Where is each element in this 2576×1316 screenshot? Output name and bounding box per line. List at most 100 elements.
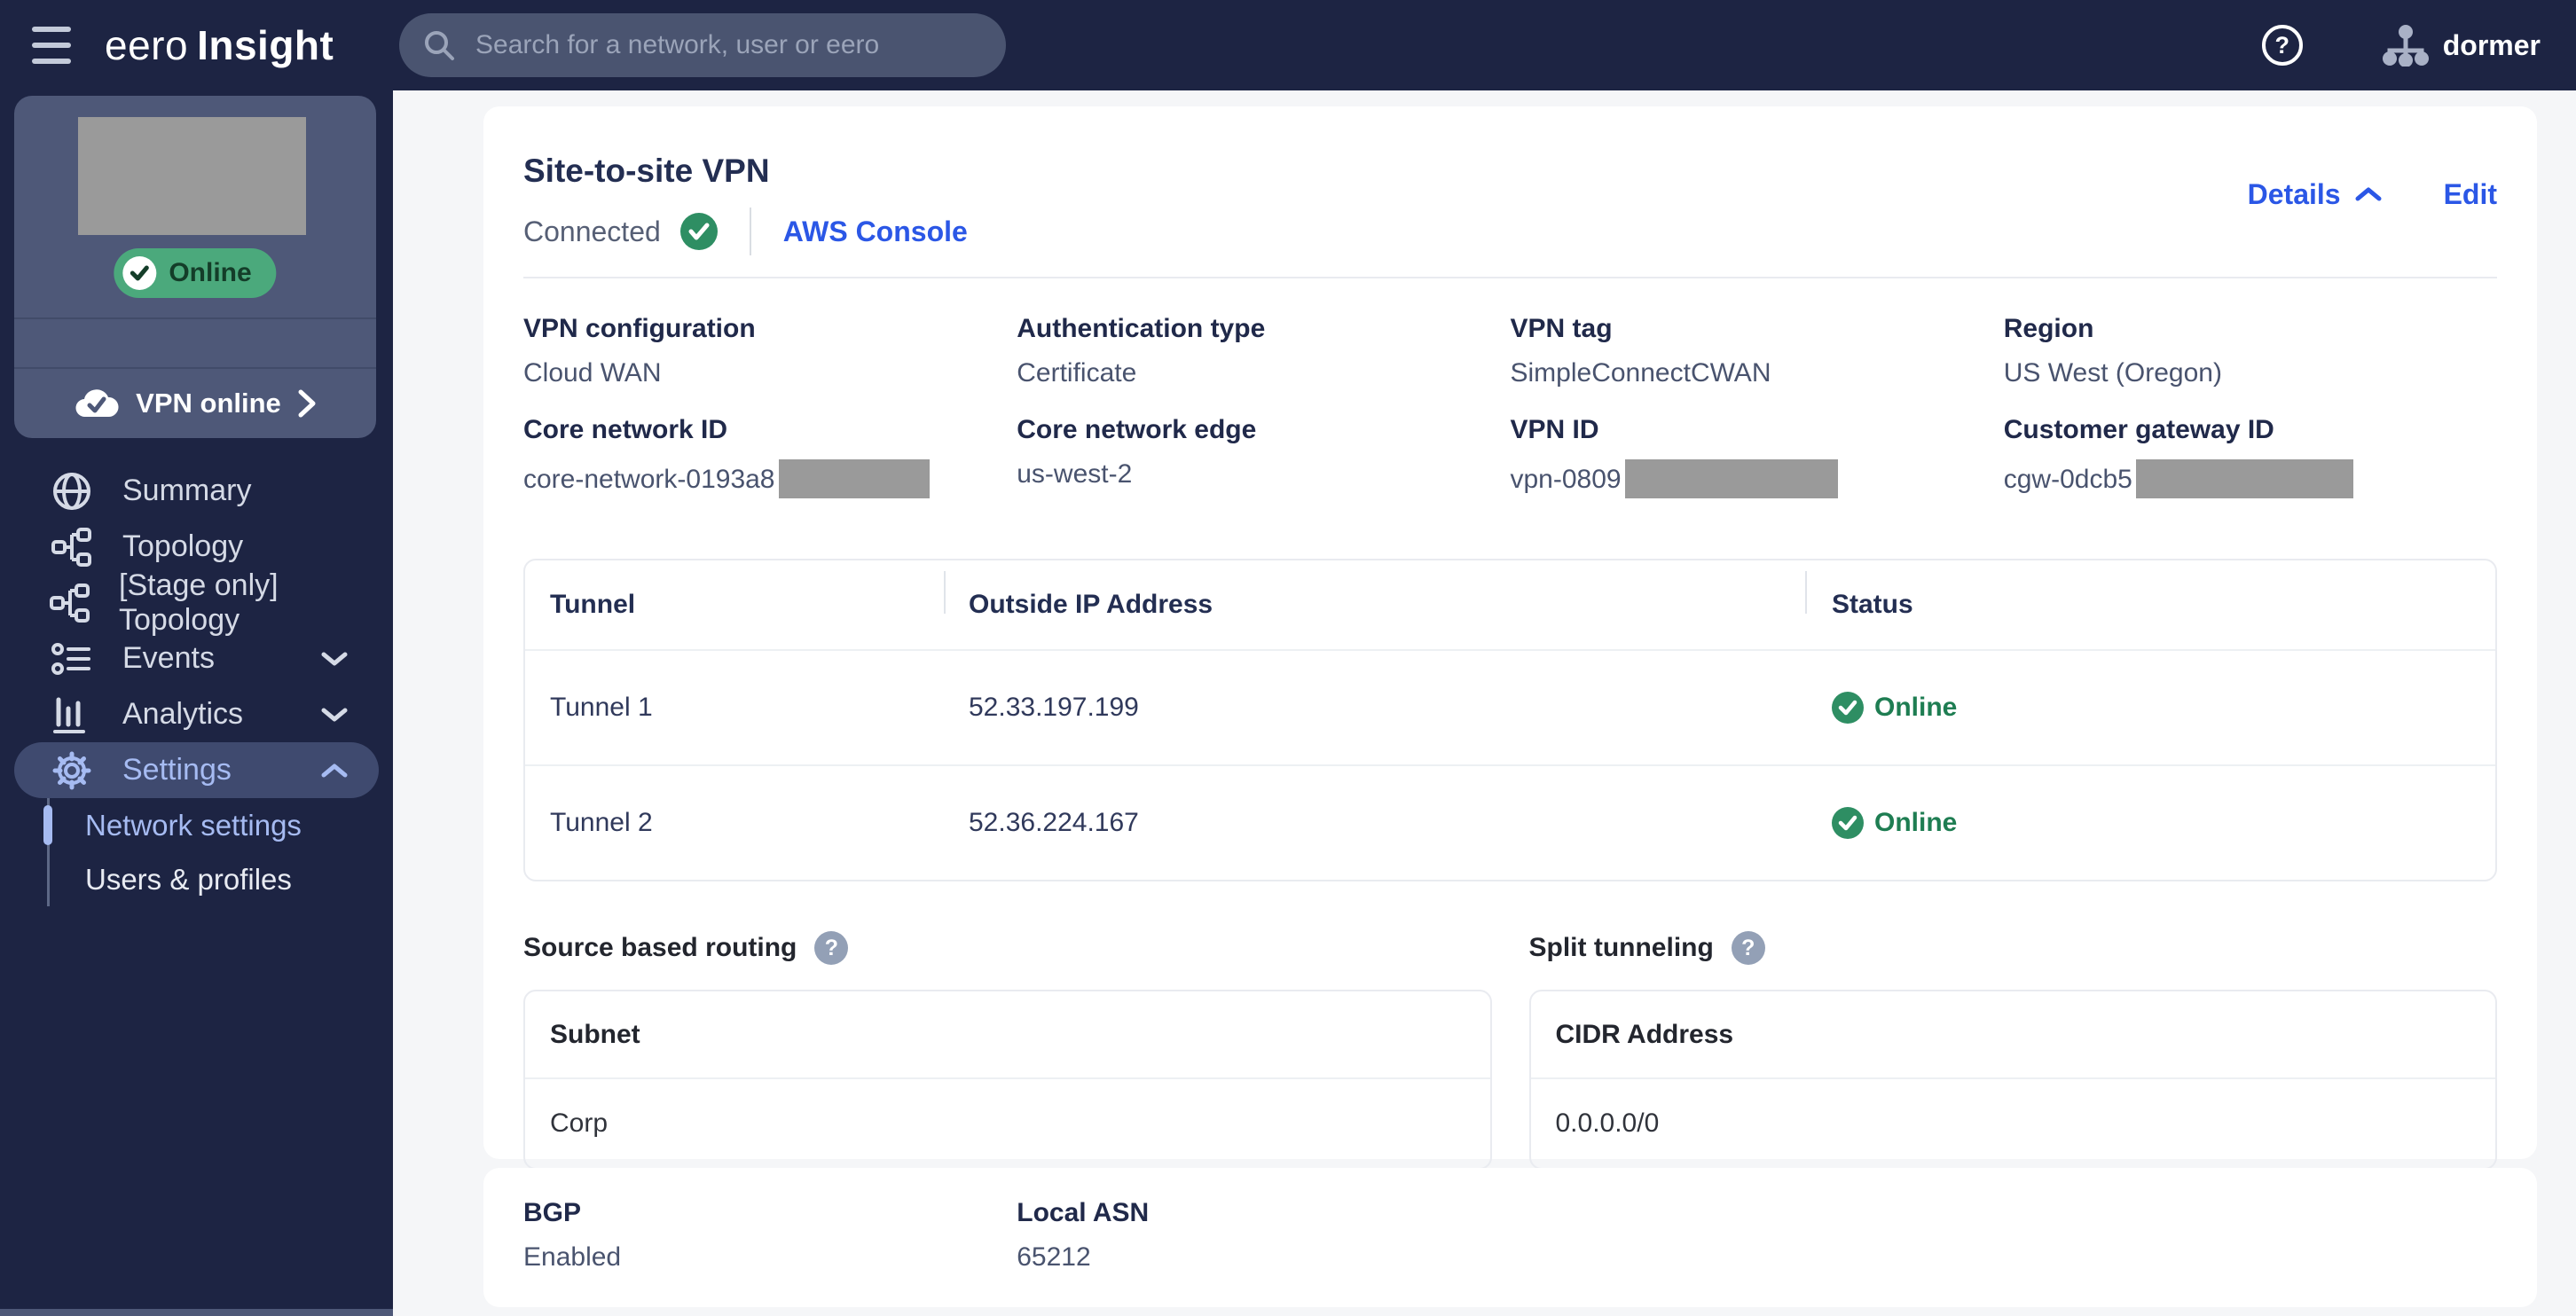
sidebar-item-label: Events [122, 641, 215, 676]
topology-icon [50, 583, 90, 623]
sidebar-item-topology[interactable]: Topology [14, 519, 379, 575]
subnav-item-network-settings[interactable]: Network settings [50, 798, 369, 852]
logo-eero: eero [105, 21, 188, 69]
account-menu[interactable]: dormer [2383, 24, 2541, 67]
card-header-left: Site-to-site VPN Connected AWS Console [523, 145, 968, 255]
section-title: Source based routing [523, 933, 797, 963]
card-header: Site-to-site VPN Connected AWS Console D… [483, 106, 2537, 255]
tunnel-ip: 52.36.224.167 [944, 808, 1805, 838]
column-header-tunnel: Tunnel [525, 560, 944, 649]
network-status-badge: Online [114, 248, 276, 298]
field-label: Authentication type [1017, 314, 1510, 344]
subnav-item-users-profiles[interactable]: Users & profiles [50, 852, 369, 906]
chevron-right-icon [297, 388, 317, 419]
details-toggle[interactable]: Details [2248, 178, 2382, 211]
field-value: Cloud WAN [523, 358, 1017, 388]
cidr-value: 0.0.0.0/0 [1531, 1079, 2496, 1168]
field-authentication-type: Authentication type Certificate [1017, 314, 1510, 388]
aws-console-link[interactable]: AWS Console [783, 215, 968, 248]
field-value: Enabled [523, 1242, 1017, 1273]
sidebar-item-label: Topology [122, 529, 243, 564]
vpn-fields-grid: VPN configuration Cloud WAN Authenticati… [483, 278, 2537, 525]
user-name: dormer [2443, 29, 2541, 62]
chevron-down-icon [320, 707, 349, 723]
field-label: Region [2004, 314, 2497, 344]
connection-status-label: Connected [523, 215, 661, 248]
hamburger-menu-icon[interactable] [32, 27, 71, 64]
status-badge-label: Online [169, 258, 251, 288]
details-label: Details [2248, 178, 2341, 211]
tunnel-table: Tunnel Outside IP Address Status Tunnel … [523, 559, 2497, 881]
table-row: Tunnel 2 52.36.224.167 Online [525, 764, 2495, 880]
redaction-box [1625, 459, 1838, 498]
column-header-outside-ip: Outside IP Address [944, 560, 1805, 649]
field-value: 65212 [1017, 1242, 1510, 1273]
sidebar-item-events[interactable]: Events [14, 631, 379, 686]
table-row: Tunnel 1 52.33.197.199 Online [525, 649, 2495, 764]
app-window: eero Insight ? dormer [0, 0, 2576, 1316]
sidebar-item-stage-topology[interactable]: [Stage only] Topology [14, 575, 379, 631]
sidebar-footer-strip [0, 1309, 393, 1316]
vpn-status-label: VPN online [136, 388, 281, 419]
routing-sections: Source based routing ? Subnet Corp Split… [483, 881, 2537, 1170]
status-label: Online [1874, 808, 1957, 838]
field-vpn-tag: VPN tag SimpleConnectCWAN [1511, 314, 2004, 388]
section-title: Split tunneling [1529, 933, 1714, 963]
search-bar[interactable] [399, 13, 1006, 77]
split-tunneling-section: Split tunneling ? CIDR Address 0.0.0.0/0 [1529, 931, 2498, 1170]
field-label: Core network edge [1017, 415, 1510, 445]
search-icon [422, 28, 456, 62]
page-title: Site-to-site VPN [523, 153, 968, 190]
field-label: Customer gateway ID [2004, 415, 2497, 445]
network-thumbnail-redacted [78, 117, 306, 235]
connection-status-row: Connected AWS Console [523, 208, 968, 255]
help-icon[interactable]: ? [814, 931, 848, 965]
vertical-divider [750, 208, 751, 255]
sidebar-item-label: Settings [122, 753, 232, 787]
field-label: BGP [523, 1198, 1017, 1228]
column-header-subnet: Subnet [525, 991, 1490, 1079]
bgp-card: BGP Enabled Local ASN 65212 [483, 1168, 2537, 1307]
tunnel-status: Online [1805, 807, 2495, 839]
topbar: eero Insight ? dormer [0, 0, 2576, 90]
network-card: Online VPN online [14, 96, 376, 438]
column-header-cidr: CIDR Address [1531, 991, 2496, 1079]
bgp-grid: BGP Enabled Local ASN 65212 [523, 1198, 2497, 1299]
main-panel: Site-to-site VPN Connected AWS Console D… [393, 90, 2576, 1316]
field-customer-gateway-id: Customer gateway ID cgw-0dcb5 [2004, 415, 2497, 498]
edit-button[interactable]: Edit [2444, 178, 2497, 211]
sidebar-item-analytics[interactable]: Analytics [14, 686, 379, 742]
field-core-network-id: Core network ID core-network-0193a8 [523, 415, 1017, 498]
subnet-table: Subnet Corp [523, 990, 1492, 1170]
field-value: vpn-0809 [1511, 459, 2004, 498]
help-icon[interactable]: ? [2262, 25, 2303, 66]
app-logo: eero Insight [105, 0, 334, 90]
field-label: VPN configuration [523, 314, 1017, 344]
search-input[interactable] [474, 29, 997, 61]
subnav-item-label: Network settings [85, 809, 302, 842]
tunnel-status: Online [1805, 692, 2495, 724]
field-value: core-network-0193a8 [523, 459, 1017, 498]
gear-icon [50, 750, 94, 791]
connected-check-icon [680, 213, 718, 250]
field-vpn-configuration: VPN configuration Cloud WAN [523, 314, 1017, 388]
column-header-status: Status [1805, 560, 2495, 649]
sidebar: Online VPN online Summary [0, 90, 393, 1316]
sidebar-item-summary[interactable]: Summary [14, 463, 379, 519]
field-label: VPN ID [1511, 415, 2004, 445]
card-divider [14, 317, 376, 319]
help-icon[interactable]: ? [1732, 931, 1765, 965]
card-header-actions: Details Edit [2248, 178, 2497, 211]
vpn-status-row[interactable]: VPN online [14, 369, 376, 438]
field-value: us-west-2 [1017, 459, 1510, 490]
field-value: US West (Oregon) [2004, 358, 2497, 388]
events-list-icon [50, 638, 94, 679]
tunnel-name: Tunnel 2 [525, 808, 944, 838]
sidebar-item-settings[interactable]: Settings [14, 742, 379, 798]
field-value: cgw-0dcb5 [2004, 459, 2497, 498]
field-bgp: BGP Enabled [523, 1198, 1017, 1273]
field-label: VPN tag [1511, 314, 2004, 344]
chevron-down-icon [320, 651, 349, 667]
field-label: Local ASN [1017, 1198, 1510, 1228]
cloud-check-icon [74, 387, 120, 420]
